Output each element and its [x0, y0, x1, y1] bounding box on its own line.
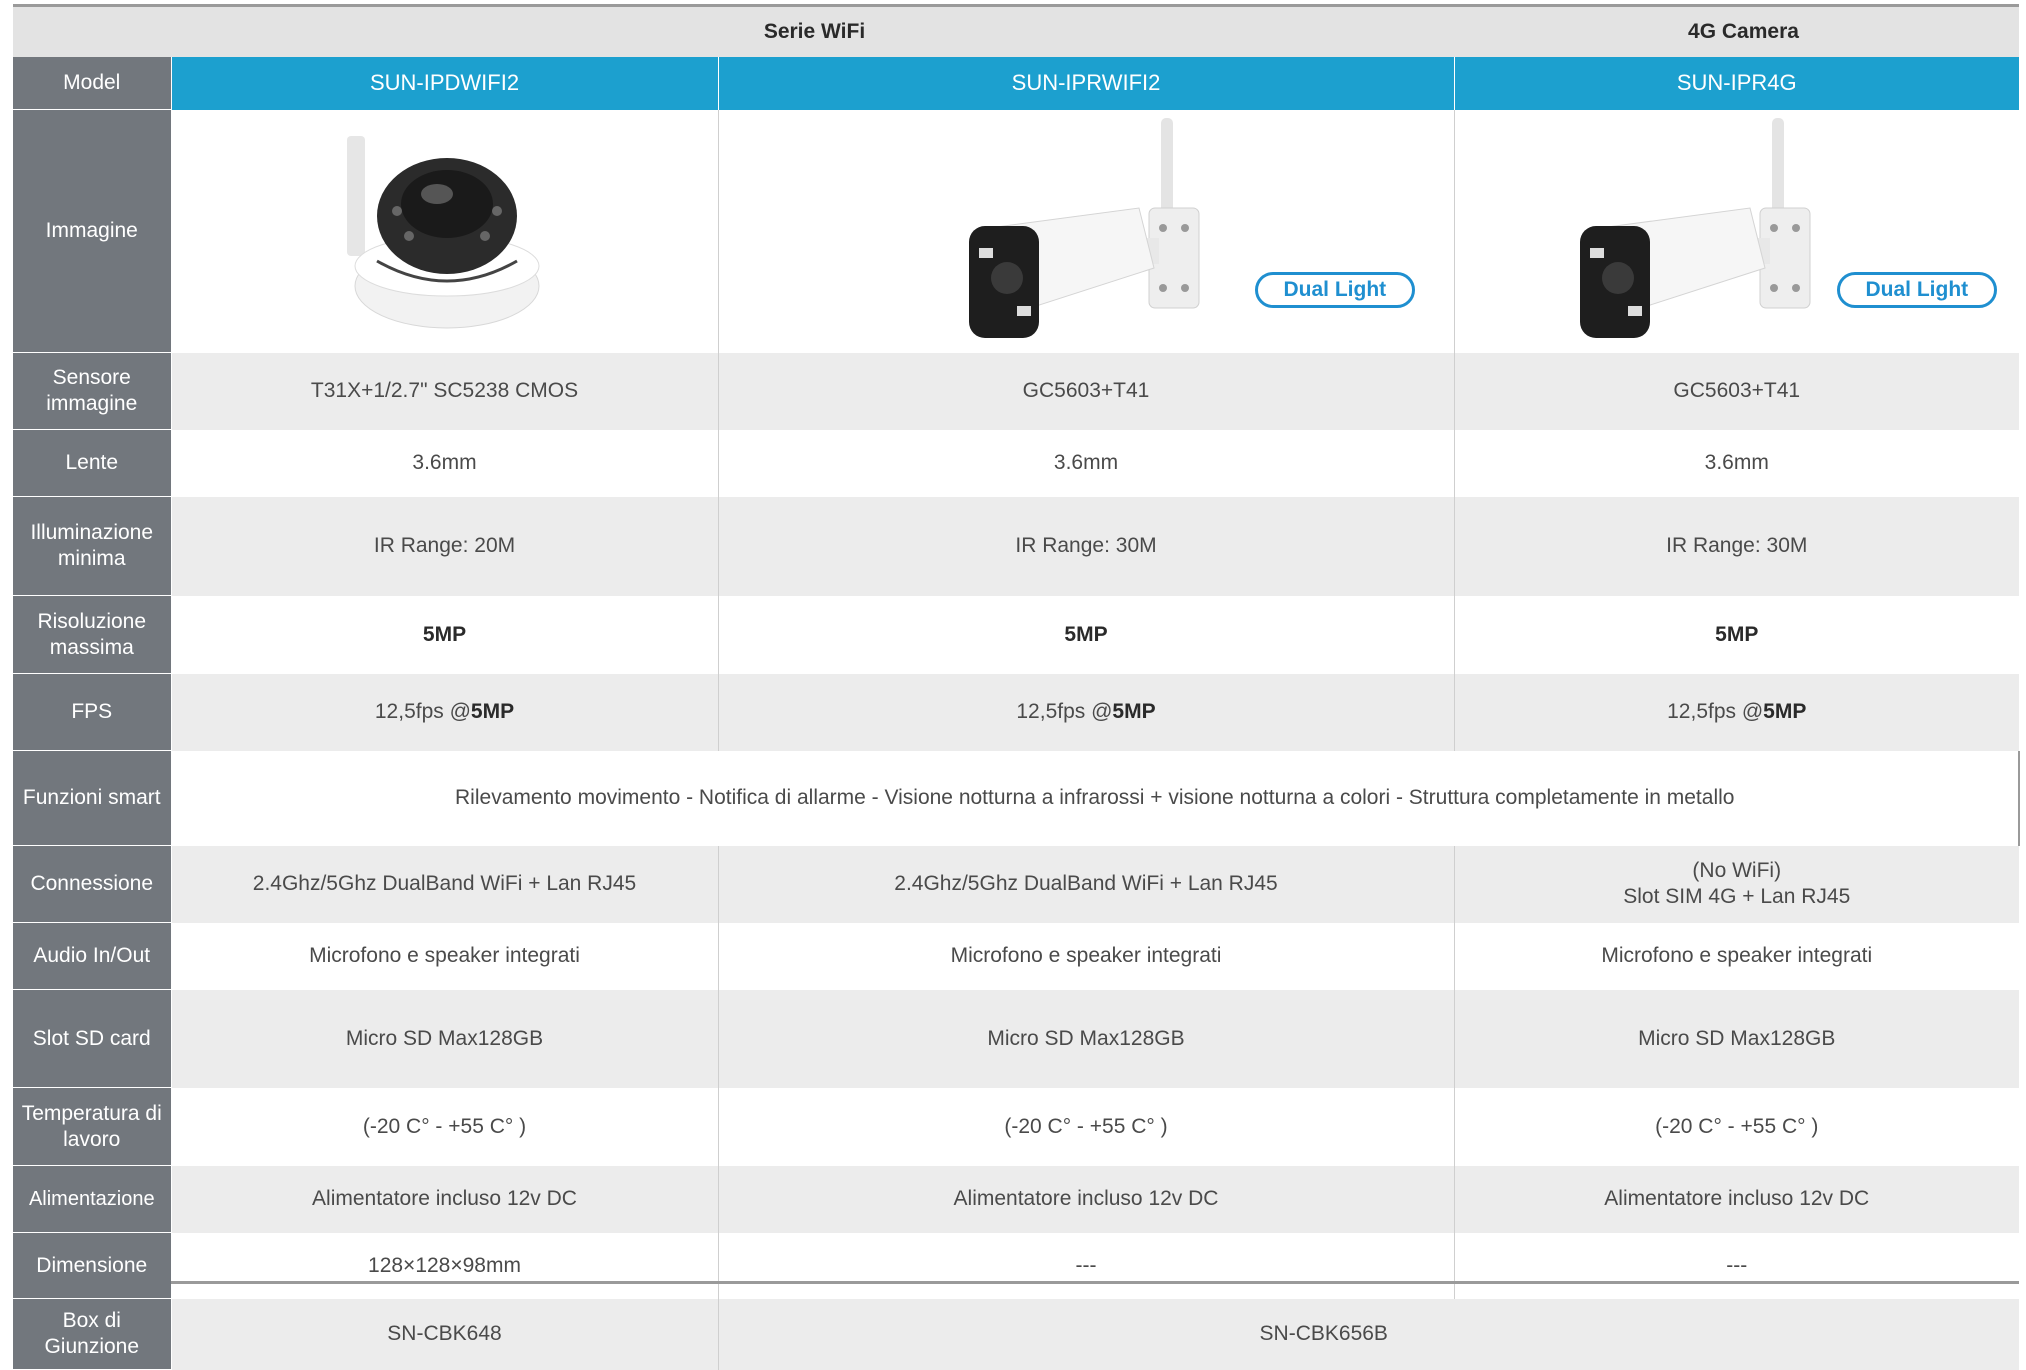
cell-temperature-3: (-20 C° - +55 C° ) [1453, 1087, 2019, 1166]
model-row: Model SUN-IPDWIFI2 SUN-IPRWIFI2 SUN-IPR4… [13, 57, 2019, 110]
row-label-illumination: Illuminazione minima [13, 496, 172, 596]
cell-sensor-3: GC5603+T41 [1453, 352, 2019, 430]
cell-audio-2: Microfono e speaker integrati [717, 922, 1454, 990]
fps-prefix: 12,5fps @ [1016, 700, 1113, 723]
cell-sd-3: Micro SD Max128GB [1453, 989, 2019, 1088]
cell-resolution-3: 5MP [1453, 595, 2019, 674]
row-label-sd: Slot SD card [13, 989, 172, 1088]
model-2: SUN-IPRWIFI2 [717, 57, 1454, 110]
image-cell-dome [170, 109, 718, 353]
row-label-smart: Funzioni smart [13, 750, 172, 846]
row-label-model: Model [13, 57, 172, 110]
row-label-connection: Connessione [13, 845, 172, 923]
cell-lens-3: 3.6mm [1453, 429, 2019, 497]
bullet-camera-image [968, 117, 1199, 338]
model-1: SUN-IPDWIFI2 [170, 57, 718, 110]
cell-audio-1: Microfono e speaker integrati [170, 922, 718, 990]
cell-sd-2: Micro SD Max128GB [717, 989, 1454, 1088]
resolution-value: 5MP [1715, 622, 1759, 646]
cell-lens-2: 3.6mm [717, 429, 1454, 497]
cell-sd-1: Micro SD Max128GB [170, 989, 718, 1088]
cell-fps-1: 12,5fps @5MP [170, 673, 718, 751]
row-label-dimension: Dimensione [13, 1232, 172, 1299]
cell-power-2: Alimentatore incluso 12v DC [717, 1165, 1454, 1233]
fps-prefix: 12,5fps @ [374, 700, 471, 723]
series-header-blank [13, 7, 171, 57]
cell-resolution-2: 5MP [717, 595, 1454, 674]
cell-sensor-1: T31X+1/2.7" SC5238 CMOS [170, 352, 718, 430]
row-label-image: Immagine [13, 109, 172, 353]
spec-table: Serie WiFi 4G Camera Model SUN-IPDWIFI2 … [13, 7, 2020, 1370]
cell-temperature-1: (-20 C° - +55 C° ) [170, 1087, 718, 1166]
fps-bold: 5MP [470, 700, 515, 723]
dome-camera-image [346, 135, 539, 328]
cell-fps-2: 12,5fps @5MP [717, 673, 1454, 751]
connection-line-2: Slot SIM 4G + Lan RJ45 [1623, 885, 1851, 908]
image-cell-bullet-wifi: Dual Light [717, 109, 1454, 353]
row-illumination: Illuminazione minima IR Range: 20M IR Ra… [13, 496, 2019, 596]
row-lens: Lente 3.6mm 3.6mm 3.6mm [13, 429, 2019, 497]
fps-bold: 5MP [1763, 700, 1807, 723]
cell-junction-box-1: SN-CBK648 [170, 1298, 718, 1370]
row-junction-box: Box di Giunzione SN-CBK648 SN-CBK656B [13, 1298, 2019, 1370]
resolution-value: 5MP [1064, 622, 1108, 646]
row-sensor: Sensore immagine T31X+1/2.7" SC5238 CMOS… [13, 352, 2019, 430]
cell-lens-1: 3.6mm [170, 429, 718, 497]
cell-dimension-3: --- [1453, 1232, 2019, 1299]
cell-connection-3: (No WiFi) Slot SIM 4G + Lan RJ45 [1453, 845, 2019, 923]
series-4g-header: 4G Camera [1454, 7, 2019, 57]
fps-prefix: 12,5fps @ [1667, 700, 1764, 723]
row-connection: Connessione 2.4Ghz/5Ghz DualBand WiFi + … [13, 845, 2019, 923]
row-dimension: Dimensione 128×128×98mm --- --- [13, 1232, 2019, 1299]
image-row: Immagine Dual Light Dual Light [13, 109, 2019, 353]
cell-temperature-2: (-20 C° - +55 C° ) [717, 1087, 1454, 1166]
bullet-camera-image [1579, 117, 1810, 338]
resolution-value: 5MP [422, 622, 467, 646]
cell-illumination-3: IR Range: 30M [1453, 496, 2019, 596]
dual-light-badge: Dual Light [1836, 271, 1998, 308]
row-label-power: Alimentazione [13, 1165, 172, 1233]
cell-dimension-2: --- [717, 1232, 1454, 1299]
cell-connection-1: 2.4Ghz/5Ghz DualBand WiFi + Lan RJ45 [170, 845, 718, 923]
cell-junction-box-2: SN-CBK656B [717, 1298, 2019, 1370]
cell-connection-2: 2.4Ghz/5Ghz DualBand WiFi + Lan RJ45 [717, 845, 1454, 923]
bottom-rule [171, 1281, 2019, 1284]
row-label-sensor: Sensore immagine [13, 352, 172, 430]
cell-illumination-1: IR Range: 20M [170, 496, 718, 596]
row-temperature: Temperatura di lavoro (-20 C° - +55 C° )… [13, 1087, 2019, 1166]
connection-line-1: (No WiFi) [1692, 859, 1782, 882]
cell-dimension-1: 128×128×98mm [170, 1232, 718, 1299]
series-wifi-header: Serie WiFi [171, 7, 1454, 57]
row-resolution: Risoluzione massima 5MP 5MP 5MP [13, 595, 2019, 674]
row-label-fps: FPS [13, 673, 172, 751]
row-audio: Audio In/Out Microfono e speaker integra… [13, 922, 2019, 990]
image-cell-bullet-4g: Dual Light [1453, 109, 2019, 353]
cell-power-1: Alimentatore incluso 12v DC [170, 1165, 718, 1233]
fps-bold: 5MP [1112, 700, 1156, 723]
row-sd: Slot SD card Micro SD Max128GB Micro SD … [13, 989, 2019, 1088]
series-header-row: Serie WiFi 4G Camera [13, 7, 2019, 57]
cell-fps-3: 12,5fps @5MP [1453, 673, 2019, 751]
row-smart: Funzioni smart Rilevamento movimento - N… [13, 750, 2020, 846]
row-fps: FPS 12,5fps @5MP 12,5fps @5MP 12,5fps @5… [13, 673, 2019, 751]
cell-illumination-2: IR Range: 30M [717, 496, 1454, 596]
dual-light-badge: Dual Light [1254, 271, 1416, 308]
row-label-temperature: Temperatura di lavoro [13, 1087, 172, 1166]
cell-audio-3: Microfono e speaker integrati [1453, 922, 2019, 990]
row-label-resolution: Risoluzione massima [13, 595, 172, 674]
cell-power-3: Alimentatore incluso 12v DC [1453, 1165, 2019, 1233]
row-power: Alimentazione Alimentatore incluso 12v D… [13, 1165, 2019, 1233]
row-label-lens: Lente [13, 429, 172, 497]
cell-sensor-2: GC5603+T41 [717, 352, 1454, 430]
cell-resolution-1: 5MP [170, 595, 718, 674]
row-label-audio: Audio In/Out [13, 922, 172, 990]
row-label-junction-box: Box di Giunzione [13, 1298, 172, 1370]
cell-smart: Rilevamento movimento - Notifica di alla… [171, 750, 2020, 846]
model-3: SUN-IPR4G [1453, 57, 2019, 110]
